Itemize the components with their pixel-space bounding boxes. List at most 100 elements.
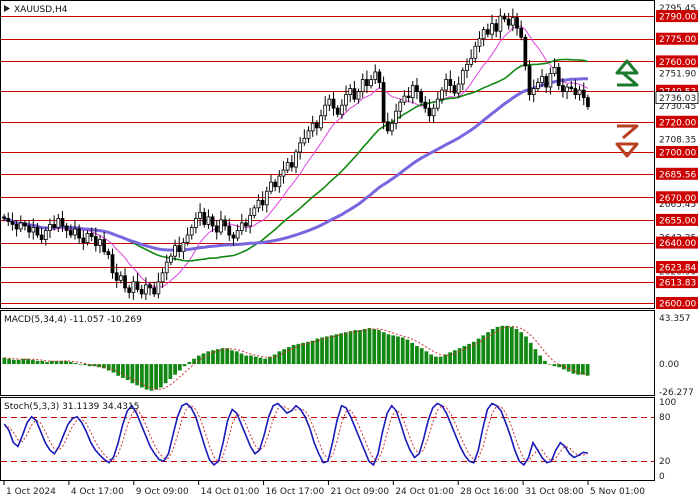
macd-bar [424,351,429,365]
macd-bar [538,355,543,365]
macd-bar [154,364,158,390]
macd-bar [495,326,500,365]
macd-bar [334,334,339,365]
macd-bar [45,361,49,365]
time-tick-label: 5 Nov 01:00 [590,487,645,497]
macd-bar [11,359,16,365]
level-label: 2613.83 [659,279,696,289]
price-panel-frame [0,0,655,309]
macd-bar [438,356,443,365]
macd-bar [239,353,244,365]
macd-bar [111,364,116,373]
candle [527,59,532,101]
time-tick-label: 9 Oct 09:00 [136,487,189,497]
price-chart-title: XAUUSD,H4 [14,5,68,15]
macd-bar [533,349,538,365]
price-tick-label: 2751.90 [659,70,696,80]
macd-bar [519,332,524,365]
macd-bar [206,351,211,365]
level-label: 2775.00 [659,35,696,45]
current-price-label: 2736.03 [659,94,696,104]
macd-bar [282,349,287,365]
macd-bar [320,337,324,365]
level-label: 2623.84 [659,263,696,273]
macd-axis: 43.357 0.00 -26.277 [659,314,694,398]
level-label: 2700.00 [659,148,696,158]
macd-tick-label: 43.357 [659,314,691,324]
stoch-tick-label: 20 [659,457,671,467]
chart-svg: 2795.452775.002751.902730.452708.352685.… [0,0,699,497]
price-axis: 2795.452775.002751.902730.452708.352685.… [655,4,699,309]
macd-bar [396,336,400,365]
macd-bar [225,348,230,365]
macd-bar [196,355,201,365]
level-label: 2720.00 [659,118,696,128]
macd-bar [301,342,305,365]
level-label: 2600.00 [659,299,696,309]
level-label: 2640.00 [659,239,696,249]
stoch-tick-label: 80 [659,413,671,423]
macd-bar [291,344,296,365]
macd-bar [362,329,367,365]
macd-bar [277,351,282,365]
macd-bar [253,356,258,365]
macd-bar [514,329,519,365]
macd-bar [405,339,410,365]
time-tick-label: 4 Oct 17:00 [71,487,124,497]
macd-bar [125,364,130,381]
macd-bar [381,332,386,365]
macd-bar [244,355,249,365]
macd-bar [367,327,372,365]
macd-bar [230,350,234,365]
macd-bar [585,364,590,376]
macd-bar [78,364,83,365]
candle [381,76,386,130]
macd-bar [509,326,514,365]
macd-bar [296,343,301,365]
macd-bar [249,355,253,365]
macd-bar [173,364,177,375]
macd-bar [339,333,343,365]
candle [523,34,528,71]
macd-bar [121,364,125,378]
macd-bar [73,363,78,365]
macd-bar [443,354,448,365]
macd-bar [168,364,173,379]
macd-bar [372,329,377,365]
time-tick-label: 16 Oct 17:00 [266,487,325,497]
macd-bar [462,346,467,365]
macd-bar [377,330,381,365]
macd-bar [35,360,40,365]
macd-bar [116,364,121,376]
macd-bar [552,364,557,367]
macd-bar [234,351,239,365]
macd-bar [329,335,334,365]
stoch-tick-label: 100 [659,398,676,408]
macd-bar [106,364,111,371]
macd-bar [263,358,268,365]
macd-bar [211,350,215,365]
macd-bar [528,342,533,365]
stoch-title: Stoch(5,3,3) 31.1139 34.4315 [4,402,139,412]
stoch-axis: 100 80 20 0 [659,398,676,482]
level-label: 2670.00 [659,194,696,204]
macd-bar [547,364,552,365]
macd-bar [16,359,21,365]
macd-bar [391,335,396,365]
macd-bar [187,361,192,365]
macd-bar [410,342,415,365]
macd-bar [386,334,391,365]
level-label: 2760.00 [659,58,696,68]
macd-bar [40,360,45,365]
stoch-tick-label: 0 [659,472,665,482]
macd-bar [481,335,486,365]
macd-bar [68,361,73,365]
macd-bar [353,330,358,365]
macd-bar [434,356,438,365]
macd-bar [476,338,481,365]
time-tick-label: 31 Oct 08:00 [525,487,584,497]
macd-bar [358,330,362,365]
macd-bar [315,338,320,365]
macd-bar [30,359,35,365]
macd-bar [581,364,585,375]
